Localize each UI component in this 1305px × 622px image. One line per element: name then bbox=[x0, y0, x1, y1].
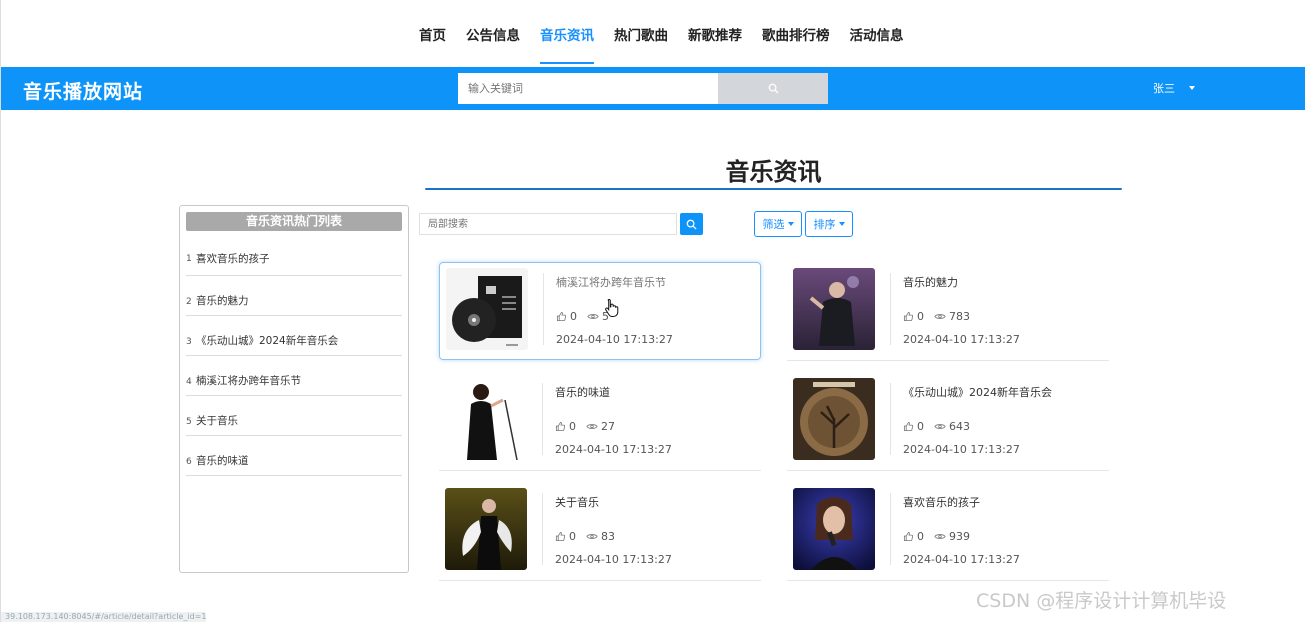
eye-icon bbox=[934, 534, 946, 539]
hot-list-item[interactable]: 3 《乐动山城》2024新年音乐会 bbox=[186, 316, 402, 356]
nav-item-new-songs[interactable]: 新歌推荐 bbox=[688, 24, 742, 64]
article-card[interactable]: 音乐的魅力 0 783 2024-04-10 17:13:27 bbox=[787, 263, 1109, 361]
article-thumbnail bbox=[445, 378, 527, 460]
hot-list-item[interactable]: 5 关于音乐 bbox=[186, 396, 402, 436]
nav-item-events[interactable]: 活动信息 bbox=[850, 24, 904, 64]
page-title: 音乐资讯 bbox=[725, 158, 822, 186]
top-nav: 首页 公告信息 音乐资讯 热门歌曲 新歌推荐 歌曲排行榜 活动信息 bbox=[1, 0, 1305, 66]
thumbs-up-icon bbox=[903, 421, 914, 432]
article-stats: 0 783 bbox=[903, 310, 970, 323]
thumbs-up-icon bbox=[903, 311, 914, 322]
header-bar: 音乐播放网站 张三 bbox=[1, 67, 1305, 110]
user-name: 张三 bbox=[1153, 82, 1175, 95]
article-title: 音乐的味道 bbox=[555, 386, 610, 399]
article-title: 喜欢音乐的孩子 bbox=[903, 496, 980, 509]
search-icon bbox=[768, 83, 779, 94]
sort-button[interactable]: 排序 bbox=[805, 211, 853, 237]
search-input[interactable] bbox=[458, 73, 718, 104]
article-thumbnail bbox=[793, 378, 875, 460]
article-card[interactable]: 关于音乐 0 83 2024-04-10 17:13:27 bbox=[439, 483, 761, 581]
hand-cursor-icon bbox=[605, 298, 619, 317]
nav-item-ranking[interactable]: 歌曲排行榜 bbox=[762, 24, 830, 64]
article-stats: 0 5 bbox=[556, 310, 609, 323]
nav-item-notices[interactable]: 公告信息 bbox=[466, 24, 520, 64]
user-menu[interactable]: 张三 bbox=[1153, 80, 1195, 96]
article-date: 2024-04-10 17:13:27 bbox=[555, 443, 672, 456]
nav-item-music-news[interactable]: 音乐资讯 bbox=[540, 24, 594, 64]
caret-down-icon bbox=[787, 222, 794, 226]
article-card[interactable]: 喜欢音乐的孩子 0 939 2024-04-10 17:13:27 bbox=[787, 483, 1109, 581]
article-stats: 0 643 bbox=[903, 420, 970, 433]
thumbs-up-icon bbox=[556, 311, 567, 322]
eye-icon bbox=[934, 314, 946, 319]
hot-list-panel: 音乐资讯热门列表 1 喜欢音乐的孩子 2 音乐的魅力 3 《乐动山城》2024新年音乐… bbox=[179, 205, 409, 573]
hot-list-item[interactable]: 6 音乐的味道 bbox=[186, 436, 402, 476]
search-button[interactable] bbox=[718, 73, 828, 104]
title-underline bbox=[425, 188, 1122, 190]
article-stats: 0 939 bbox=[903, 530, 970, 543]
eye-icon bbox=[934, 424, 946, 429]
article-title: 关于音乐 bbox=[555, 496, 599, 509]
hot-list-item[interactable]: 4 楠溪江将办跨年音乐节 bbox=[186, 356, 402, 396]
page: 首页 公告信息 音乐资讯 热门歌曲 新歌推荐 歌曲排行榜 活动信息 音乐播放网站… bbox=[0, 0, 1305, 622]
article-date: 2024-04-10 17:13:27 bbox=[555, 553, 672, 566]
nav-list: 首页 公告信息 音乐资讯 热门歌曲 新歌推荐 歌曲排行榜 活动信息 bbox=[419, 24, 924, 64]
thumbs-up-icon bbox=[903, 531, 914, 542]
article-card[interactable]: 《乐动山城》2024新年音乐会 0 643 2024-04-10 17:13:2… bbox=[787, 373, 1109, 471]
eye-icon bbox=[586, 424, 598, 429]
local-search-button[interactable] bbox=[680, 213, 703, 235]
article-card[interactable]: 楠溪江将办跨年音乐节 0 5 2024-04-10 17:13:27 bbox=[439, 262, 761, 360]
article-card[interactable]: 音乐的味道 0 27 2024-04-10 17:13:27 bbox=[439, 373, 761, 471]
article-title: 音乐的魅力 bbox=[903, 276, 958, 289]
article-stats: 0 83 bbox=[555, 530, 615, 543]
article-thumbnail bbox=[445, 488, 527, 570]
article-date: 2024-04-10 17:13:27 bbox=[903, 553, 1020, 566]
caret-down-icon bbox=[1189, 86, 1195, 90]
caret-down-icon bbox=[838, 222, 845, 226]
eye-icon bbox=[587, 314, 599, 319]
search-icon bbox=[686, 219, 697, 230]
hot-list-title: 音乐资讯热门列表 bbox=[186, 212, 402, 231]
site-title[interactable]: 音乐播放网站 bbox=[23, 77, 143, 104]
article-date: 2024-04-10 17:13:27 bbox=[903, 333, 1020, 346]
nav-item-home[interactable]: 首页 bbox=[419, 24, 446, 64]
article-title: 《乐动山城》2024新年音乐会 bbox=[903, 386, 1052, 399]
thumbs-up-icon bbox=[555, 421, 566, 432]
article-stats: 0 27 bbox=[555, 420, 615, 433]
article-date: 2024-04-10 17:13:27 bbox=[556, 333, 673, 346]
article-thumbnail bbox=[793, 268, 875, 350]
search-box bbox=[458, 73, 828, 104]
thumbs-up-icon bbox=[555, 531, 566, 542]
hot-list-item[interactable]: 2 音乐的魅力 bbox=[186, 276, 402, 316]
hot-list-item[interactable]: 1 喜欢音乐的孩子 bbox=[186, 231, 402, 276]
article-thumbnail bbox=[446, 268, 528, 350]
status-bar-url: 39.108.173.140:8045/#/article/detail?art… bbox=[1, 612, 206, 622]
eye-icon bbox=[586, 534, 598, 539]
article-date: 2024-04-10 17:13:27 bbox=[903, 443, 1020, 456]
article-thumbnail bbox=[793, 488, 875, 570]
article-title: 楠溪江将办跨年音乐节 bbox=[556, 276, 666, 289]
local-search-input[interactable] bbox=[419, 213, 677, 235]
nav-item-hot-songs[interactable]: 热门歌曲 bbox=[614, 24, 668, 64]
hot-list: 1 喜欢音乐的孩子 2 音乐的魅力 3 《乐动山城》2024新年音乐会 4 楠溪江将办跨… bbox=[186, 231, 402, 476]
watermark: CSDN @程序设计计算机毕设 bbox=[976, 590, 1227, 612]
filter-button[interactable]: 筛选 bbox=[754, 211, 802, 237]
